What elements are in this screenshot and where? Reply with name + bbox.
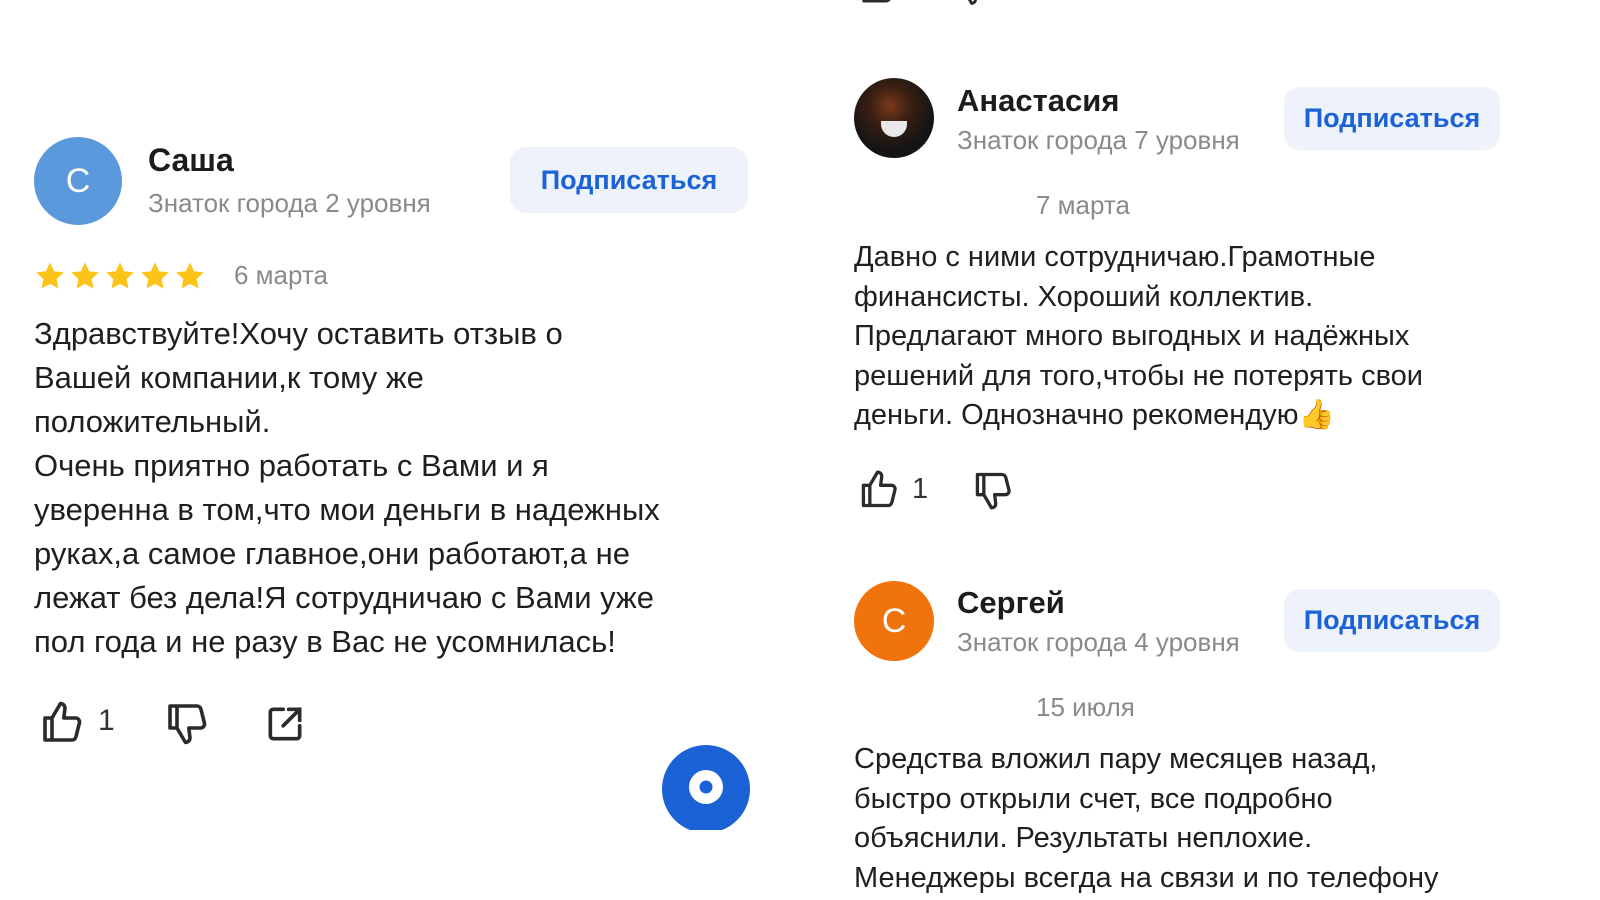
thumb-down-icon[interactable] — [953, 0, 993, 8]
review-date: 6 марта — [234, 260, 328, 290]
subscribe-button[interactable]: Подписаться — [1284, 589, 1500, 652]
subscribe-button[interactable]: Подписаться — [1284, 87, 1500, 150]
reviewer-level: Знаток города 2 уровня — [148, 188, 431, 218]
avatar-photo — [881, 121, 907, 137]
review-text-body: Давно с ними сотрудничаю.Грамотные финан… — [854, 241, 1423, 431]
star-icon — [71, 262, 99, 289]
likes-count: 1 — [912, 473, 929, 505]
thumb-up-icon[interactable] — [857, 467, 901, 511]
avatar[interactable]: С — [854, 581, 934, 661]
thumb-up-icon[interactable] — [38, 698, 86, 746]
share-icon[interactable] — [263, 702, 307, 746]
reviewer-name[interactable]: Сергей — [957, 585, 1065, 621]
star-icon — [36, 262, 64, 289]
review-date: 7 марта — [1036, 190, 1130, 220]
star-icon — [176, 262, 204, 289]
reviews-column: Анастасия Знаток города 7 уровня Подписа… — [820, 0, 1600, 900]
review-text: Средства вложил пару месяцев назад, быст… — [854, 743, 1439, 894]
avatar[interactable] — [854, 78, 934, 158]
review-text: Здравствуйте!Хочу оставить отзыв о Вашей… — [34, 316, 660, 659]
review-date: 15 июля — [1036, 692, 1135, 722]
reviewer-level: Знаток города 7 уровня — [957, 125, 1240, 155]
likes-count: 1 — [98, 704, 115, 737]
avatar[interactable]: С — [34, 137, 122, 225]
rating-stars — [34, 260, 206, 292]
reviewer-name[interactable]: Анастасия — [957, 83, 1119, 119]
review-text: Давно с ними сотрудничаю.Грамотные финан… — [854, 238, 1594, 436]
thumb-up-icon[interactable] — [858, 0, 898, 6]
reviewer-name[interactable]: Саша — [148, 142, 234, 179]
avatar-letter: С — [65, 161, 91, 200]
thumb-down-icon[interactable] — [163, 700, 211, 748]
review-card-sasha: С Саша Знаток города 2 уровня Подписатьс… — [0, 0, 780, 830]
star-icon — [141, 262, 169, 289]
subscribe-button[interactable]: Подписаться — [510, 147, 748, 213]
map-pin-button[interactable] — [662, 745, 750, 830]
star-icon — [106, 262, 134, 289]
thumbs-up-emoji: 👍 — [1298, 399, 1335, 431]
avatar-letter: С — [881, 601, 907, 640]
map-pin-icon — [689, 770, 723, 804]
thumb-down-icon[interactable] — [971, 469, 1015, 513]
reviewer-level: Знаток города 4 уровня — [957, 627, 1240, 657]
